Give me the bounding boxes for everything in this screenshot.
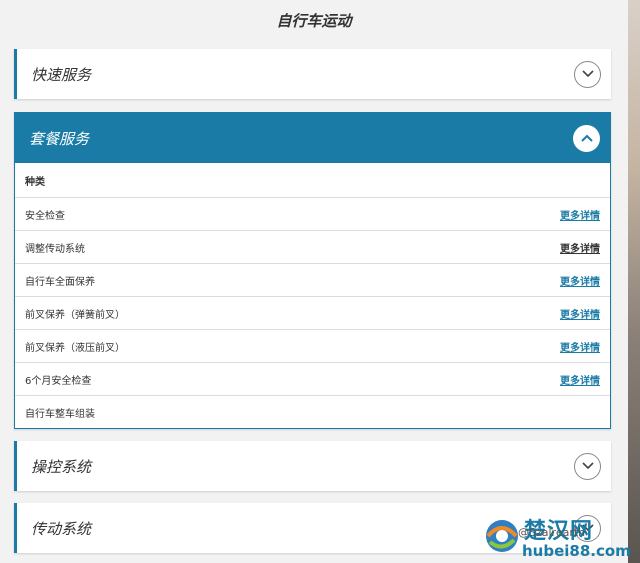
panel-title: 套餐服务 <box>29 129 90 148</box>
panel-package-service: 套餐服务 种类 安全检查 更多详情 调整传动系统 更多详情 自行车全面保养 更多… <box>14 112 611 429</box>
page-title: 自行车运动 <box>276 12 352 30</box>
more-details-link[interactable]: 更多详情 <box>560 273 600 288</box>
chevron-up-icon[interactable] <box>573 124 600 152</box>
more-details-link[interactable]: 更多详情 <box>560 306 600 321</box>
service-name: 安全检查 <box>25 210 65 222</box>
table-header: 种类 <box>15 163 610 197</box>
service-name: 自行车全面保养 <box>25 276 95 288</box>
background-photo-edge <box>628 0 640 563</box>
table-row: 前叉保养（液压前叉） 更多详情 <box>15 329 610 362</box>
watermark-overlay-text: @Szalrearth <box>518 526 586 539</box>
service-name: 6个月安全检查 <box>25 375 92 387</box>
table-row: 前叉保养（弹簧前叉） 更多详情 <box>15 296 610 329</box>
service-name: 自行车整车组装 <box>25 408 95 420</box>
more-details-link[interactable]: 更多详情 <box>560 339 600 354</box>
more-details-link[interactable]: 更多详情 <box>560 372 600 387</box>
panel-header-package-service[interactable]: 套餐服务 <box>15 113 610 163</box>
column-header-type: 种类 <box>25 176 45 188</box>
table-row: 自行车全面保养 更多详情 <box>15 263 610 296</box>
table-row: 6个月安全检查 更多详情 <box>15 362 610 395</box>
service-name: 前叉保养（弹簧前叉） <box>25 309 125 321</box>
panel-header-quick-service[interactable]: 快速服务 <box>17 49 611 99</box>
table-row: 安全检查 更多详情 <box>15 197 610 230</box>
watermark: 楚汉网 @Szalrearth hubei88.com <box>478 512 638 562</box>
more-details-link[interactable]: 更多详情 <box>560 207 600 222</box>
service-name: 调整传动系统 <box>25 243 85 255</box>
more-details-link[interactable]: 更多详情 <box>560 240 600 255</box>
panel-header-handling-system[interactable]: 操控系统 <box>17 441 611 491</box>
table-row: 调整传动系统 更多详情 <box>15 230 610 263</box>
chevron-down-icon[interactable] <box>574 60 601 88</box>
panel-title: 快速服务 <box>31 65 92 84</box>
panel-handling-system[interactable]: 操控系统 <box>14 441 611 491</box>
table-row: 自行车整车组装 <box>15 395 610 428</box>
panel-title: 传动系统 <box>31 519 92 538</box>
chevron-down-icon[interactable] <box>574 452 601 480</box>
globe-logo-icon <box>486 520 518 552</box>
panel-title: 操控系统 <box>31 457 92 476</box>
service-name: 前叉保养（液压前叉） <box>25 342 125 354</box>
watermark-domain: hubei88.com <box>522 542 631 560</box>
package-table: 种类 安全检查 更多详情 调整传动系统 更多详情 自行车全面保养 更多详情 前叉… <box>15 163 610 428</box>
panel-quick-service[interactable]: 快速服务 <box>14 49 611 99</box>
